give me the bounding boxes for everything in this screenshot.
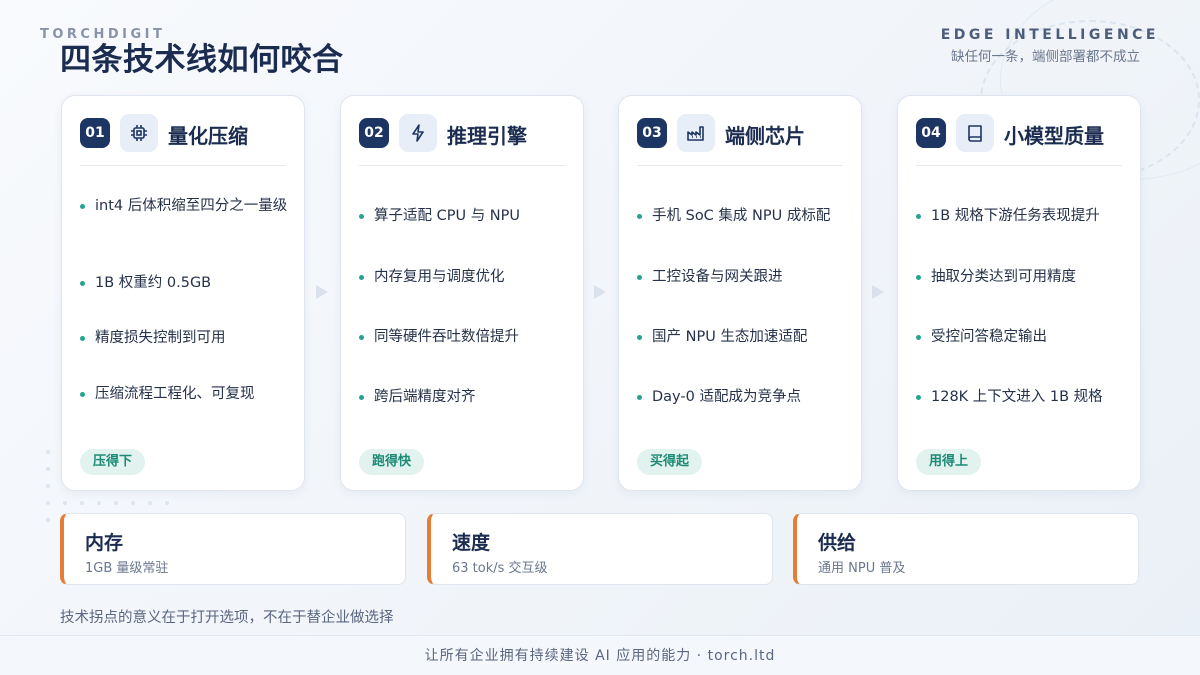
card-tag: 买得起 (637, 449, 703, 475)
metric-subtitle: 63 tok/s 交互级 (452, 561, 548, 576)
card-title: 量化压缩 (168, 124, 248, 148)
bullet-item: Day-0 适配成为竞争点 (637, 387, 845, 408)
arrow-right-icon (594, 285, 606, 299)
bullet-item: 抽取分类达到可用精度 (916, 267, 1124, 288)
card-header: 02 推理引擎 (359, 114, 565, 166)
metric-subtitle: 1GB 量级常驻 (85, 561, 169, 576)
footer-bar: 让所有企业拥有持续建设 AI 应用的能力 · torch.ltd (0, 635, 1200, 675)
card-number: 01 (80, 118, 110, 148)
book-icon (956, 114, 994, 152)
bullet-item: 1B 规格下游任务表现提升 (916, 206, 1124, 227)
metric-title: 供给 (818, 532, 857, 554)
card-title: 小模型质量 (1004, 124, 1104, 148)
metric-title: 内存 (85, 532, 124, 554)
chip-icon (120, 114, 158, 152)
card-header: 03 端侧芯片 (637, 114, 843, 166)
edge-intelligence-label: EDGE INTELLIGENCE (940, 27, 1159, 43)
metric-supply: 供给 通用 NPU 普及 (793, 513, 1139, 585)
lightning-icon (399, 114, 437, 152)
bullet-item: int4 后体积缩至四分之一量级 (80, 196, 288, 217)
bullet-item: 压缩流程工程化、可复现 (80, 384, 288, 405)
card-edge-chip: 03 端侧芯片 手机 SoC 集成 NPU 成标配 工控设备与网关跟进 国产 N… (618, 95, 862, 491)
card-number: 03 (637, 118, 667, 148)
footnote: 技术拐点的意义在于打开选项，不在于替企业做选择 (60, 610, 394, 626)
bullet-item: 1B 权重约 0.5GB (80, 273, 288, 294)
bullet-item: 内存复用与调度优化 (359, 267, 567, 288)
edge-subtitle: 缺任何一条，端侧部署都不成立 (951, 49, 1140, 65)
card-header: 04 小模型质量 (916, 114, 1122, 166)
card-title: 端侧芯片 (725, 124, 805, 148)
bullet-item: 受控问答稳定输出 (916, 327, 1124, 348)
bullet-item: 工控设备与网关跟进 (637, 267, 845, 288)
bullet-item: 精度损失控制到可用 (80, 328, 288, 349)
page-title: 四条技术线如何咬合 (60, 42, 344, 78)
card-tag: 跑得快 (359, 449, 425, 475)
card-header: 01 量化压缩 (80, 114, 286, 166)
card-tag: 用得上 (916, 449, 982, 475)
card-tag: 压得下 (80, 449, 146, 475)
metric-subtitle: 通用 NPU 普及 (818, 561, 906, 576)
bullet-item: 国产 NPU 生态加速适配 (637, 327, 845, 348)
card-title: 推理引擎 (447, 124, 527, 148)
card-quantization: 01 量化压缩 int4 后体积缩至四分之一量级 1B 权重约 0.5GB 精度… (61, 95, 305, 491)
card-small-model-quality: 04 小模型质量 1B 规格下游任务表现提升 抽取分类达到可用精度 受控问答稳定… (897, 95, 1141, 491)
metric-title: 速度 (452, 532, 491, 554)
arrow-right-icon (872, 285, 884, 299)
metric-speed: 速度 63 tok/s 交互级 (427, 513, 773, 585)
bullet-item: 同等硬件吞吐数倍提升 (359, 327, 567, 348)
bullet-item: 128K 上下文进入 1B 规格 (916, 387, 1124, 408)
card-number: 04 (916, 118, 946, 148)
bullet-item: 算子适配 CPU 与 NPU (359, 206, 567, 227)
factory-icon (677, 114, 715, 152)
bullet-item: 手机 SoC 集成 NPU 成标配 (637, 206, 845, 227)
card-number: 02 (359, 118, 389, 148)
card-inference-engine: 02 推理引擎 算子适配 CPU 与 NPU 内存复用与调度优化 同等硬件吞吐数… (340, 95, 584, 491)
bullet-item: 跨后端精度对齐 (359, 387, 567, 408)
metric-memory: 内存 1GB 量级常驻 (60, 513, 406, 585)
arrow-right-icon (316, 285, 328, 299)
